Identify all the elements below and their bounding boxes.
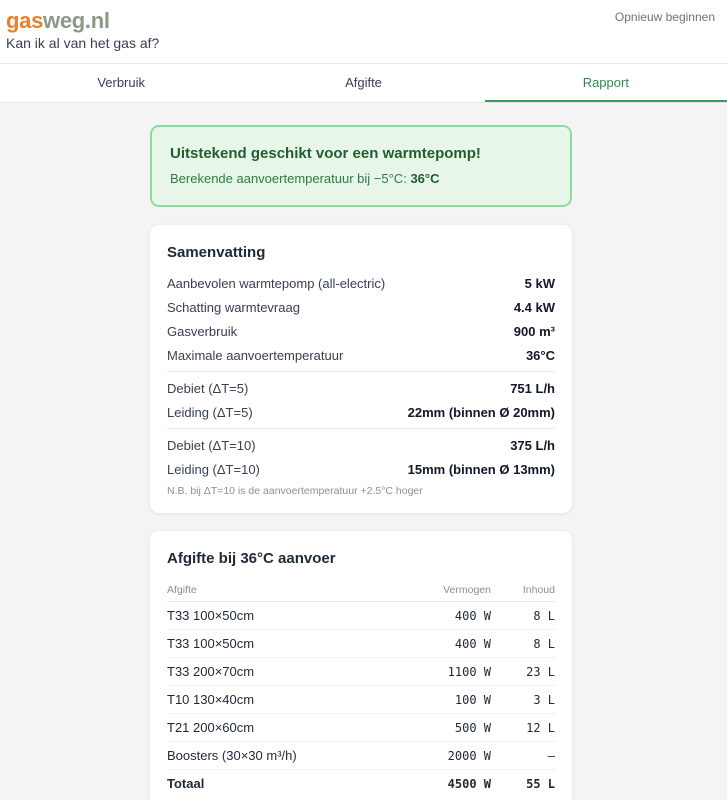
table-row: T33 100×50cm 400 W 8 L xyxy=(167,630,555,658)
tab-verbruik[interactable]: Verbruik xyxy=(0,64,242,102)
summary-value: 4.4 kW xyxy=(513,300,555,315)
summary-note: N.B. bij ΔT=10 is de aanvoertemperatuur … xyxy=(167,485,423,497)
header-afgifte: Afgifte xyxy=(167,584,197,596)
row-name: T21 200×60cm xyxy=(167,720,255,735)
logo-nl: .nl xyxy=(84,8,110,33)
row-volume: — xyxy=(547,749,555,763)
total-label: Totaal xyxy=(167,776,205,791)
header-inhoud: Inhoud xyxy=(522,584,555,596)
dt5-value: 751 L/h xyxy=(510,381,555,396)
total-power: 4500 W xyxy=(447,777,491,791)
summary-label: Gasverbruik xyxy=(167,324,238,339)
dt5-row: Leiding (ΔT=5) 22mm (binnen Ø 20mm) xyxy=(167,401,555,425)
summary-label: Maximale aanvoertemperatuur xyxy=(167,348,344,363)
total-volume: 55 L xyxy=(526,777,555,791)
restart-link[interactable]: Opnieuw beginnen xyxy=(615,10,715,24)
dt10-value: 375 L/h xyxy=(510,438,555,453)
dt10-label: Debiet (ΔT=10) xyxy=(167,438,256,453)
banner-sub-label: Berekende aanvoertemperatuur bij −5°C: xyxy=(170,171,407,186)
summary-row: Maximale aanvoertemperatuur 36°C xyxy=(167,344,555,368)
header-vermogen: Vermogen xyxy=(443,584,491,596)
table-header: Afgifte Vermogen Inhoud xyxy=(167,578,555,602)
divider xyxy=(167,371,555,372)
summary-row: Gasverbruik 900 m³ xyxy=(167,320,555,344)
summary-row: Aanbevolen warmtepomp (all-electric) 5 k… xyxy=(167,272,555,296)
banner-title: Uitstekend geschikt voor een warmtepomp! xyxy=(170,145,481,162)
output-card: Afgifte bij 36°C aanvoer Afgifte Vermoge… xyxy=(150,531,572,800)
table-total-row: Totaal 4500 W 55 L xyxy=(167,770,555,798)
row-volume: 23 L xyxy=(526,665,555,679)
row-power: 1100 W xyxy=(447,665,491,679)
row-volume: 8 L xyxy=(533,637,555,651)
table-row: T21 200×60cm 500 W 12 L xyxy=(167,714,555,742)
row-name: Boosters (30×30 m³/h) xyxy=(167,748,297,763)
row-name: T10 130×40cm xyxy=(167,692,255,707)
summary-value: 900 m³ xyxy=(513,324,555,339)
banner-subtitle: Berekende aanvoertemperatuur bij −5°C: 3… xyxy=(170,171,552,186)
table-row: T33 200×70cm 1100 W 23 L xyxy=(167,658,555,686)
row-power: 2000 W xyxy=(447,749,491,763)
dt5-value: 22mm (binnen Ø 20mm) xyxy=(407,405,555,420)
row-power: 400 W xyxy=(454,609,491,623)
dt10-value: 15mm (binnen Ø 13mm) xyxy=(407,462,555,477)
summary-row: Schatting warmtevraag 4.4 kW xyxy=(167,296,555,320)
dt5-label: Debiet (ΔT=5) xyxy=(167,381,249,396)
summary-label: Schatting warmtevraag xyxy=(167,300,300,315)
row-power: 500 W xyxy=(454,721,491,735)
table-row: Boosters (30×30 m³/h) 2000 W — xyxy=(167,742,555,770)
divider xyxy=(167,428,555,429)
dt10-label: Leiding (ΔT=10) xyxy=(167,462,260,477)
row-name: T33 100×50cm xyxy=(167,636,255,651)
tab-bar: Verbruik Afgifte Rapport xyxy=(0,64,727,103)
row-name: T33 200×70cm xyxy=(167,664,255,679)
summary-value: 5 kW xyxy=(524,276,555,291)
output-title: Afgifte bij 36°C aanvoer xyxy=(167,550,336,567)
report-content: Uitstekend geschikt voor een warmtepomp!… xyxy=(150,125,572,800)
table-row: T10 130×40cm 100 W 3 L xyxy=(167,686,555,714)
dt10-row: Debiet (ΔT=10) 375 L/h xyxy=(167,434,555,458)
logo-gas: gas xyxy=(6,8,44,33)
banner-sub-value: 36°C xyxy=(410,171,440,186)
dt10-row: Leiding (ΔT=10) 15mm (binnen Ø 13mm) xyxy=(167,458,555,482)
summary-value: 36°C xyxy=(525,348,555,363)
row-power: 100 W xyxy=(454,693,491,707)
logo-weg: weg xyxy=(43,8,85,33)
tagline: Kan ik al van het gas af? xyxy=(6,35,160,51)
top-bar: gasweg.nl Kan ik al van het gas af? Opni… xyxy=(0,0,727,64)
row-volume: 12 L xyxy=(526,721,555,735)
dt5-row: Debiet (ΔT=5) 751 L/h xyxy=(167,377,555,401)
tab-rapport[interactable]: Rapport xyxy=(484,64,727,102)
summary-title: Samenvatting xyxy=(167,244,266,261)
result-banner: Uitstekend geschikt voor een warmtepomp!… xyxy=(150,125,572,207)
row-volume: 8 L xyxy=(533,609,555,623)
logo[interactable]: gasweg.nl xyxy=(6,8,110,34)
tab-afgifte[interactable]: Afgifte xyxy=(242,64,484,102)
summary-card: Samenvatting Aanbevolen warmtepomp (all-… xyxy=(150,225,572,513)
summary-label: Aanbevolen warmtepomp (all-electric) xyxy=(167,276,386,291)
row-name: T33 100×50cm xyxy=(167,608,255,623)
table-row: T33 100×50cm 400 W 8 L xyxy=(167,602,555,630)
row-volume: 3 L xyxy=(533,693,555,707)
row-power: 400 W xyxy=(454,637,491,651)
dt5-label: Leiding (ΔT=5) xyxy=(167,405,253,420)
